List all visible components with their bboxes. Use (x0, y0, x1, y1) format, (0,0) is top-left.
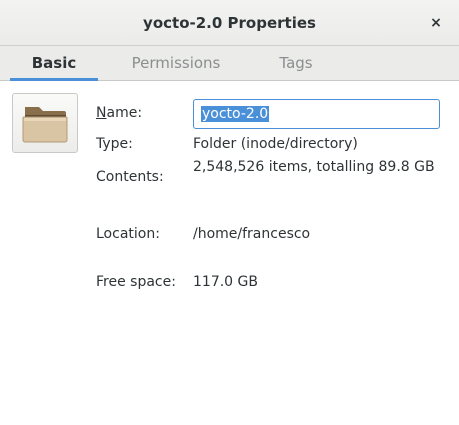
title-bar: yocto-2.0 Properties × (0, 0, 459, 46)
window-title: yocto-2.0 Properties (143, 14, 316, 32)
properties-dialog: yocto-2.0 Properties × Basic Permissions… (0, 0, 459, 425)
location-label: Location: (96, 226, 160, 242)
contents-label: Contents: (96, 169, 164, 185)
contents-value: 2,548,526 items, totalling 89.8 GB (193, 159, 435, 175)
tab-basic[interactable]: Basic (10, 46, 98, 81)
tab-tags[interactable]: Tags (262, 46, 330, 81)
free-space-value: 117.0 GB (193, 274, 258, 290)
close-icon[interactable]: × (425, 12, 447, 34)
tab-bar: Basic Permissions Tags (0, 46, 459, 81)
name-label-rest: ame: (106, 105, 143, 121)
type-value: Folder (inode/directory) (193, 136, 358, 152)
name-label-mnemonic: N (96, 105, 107, 121)
name-field[interactable]: yocto-2.0 (193, 99, 440, 129)
folder-icon (22, 107, 68, 143)
type-label: Type: (96, 136, 133, 152)
name-label: Name: (96, 105, 142, 121)
free-space-label: Free space: (96, 274, 176, 290)
tab-permissions[interactable]: Permissions (118, 46, 234, 81)
folder-icon-button[interactable] (12, 93, 78, 153)
location-value: /home/francesco (193, 226, 311, 242)
name-field-value: yocto-2.0 (201, 106, 270, 122)
